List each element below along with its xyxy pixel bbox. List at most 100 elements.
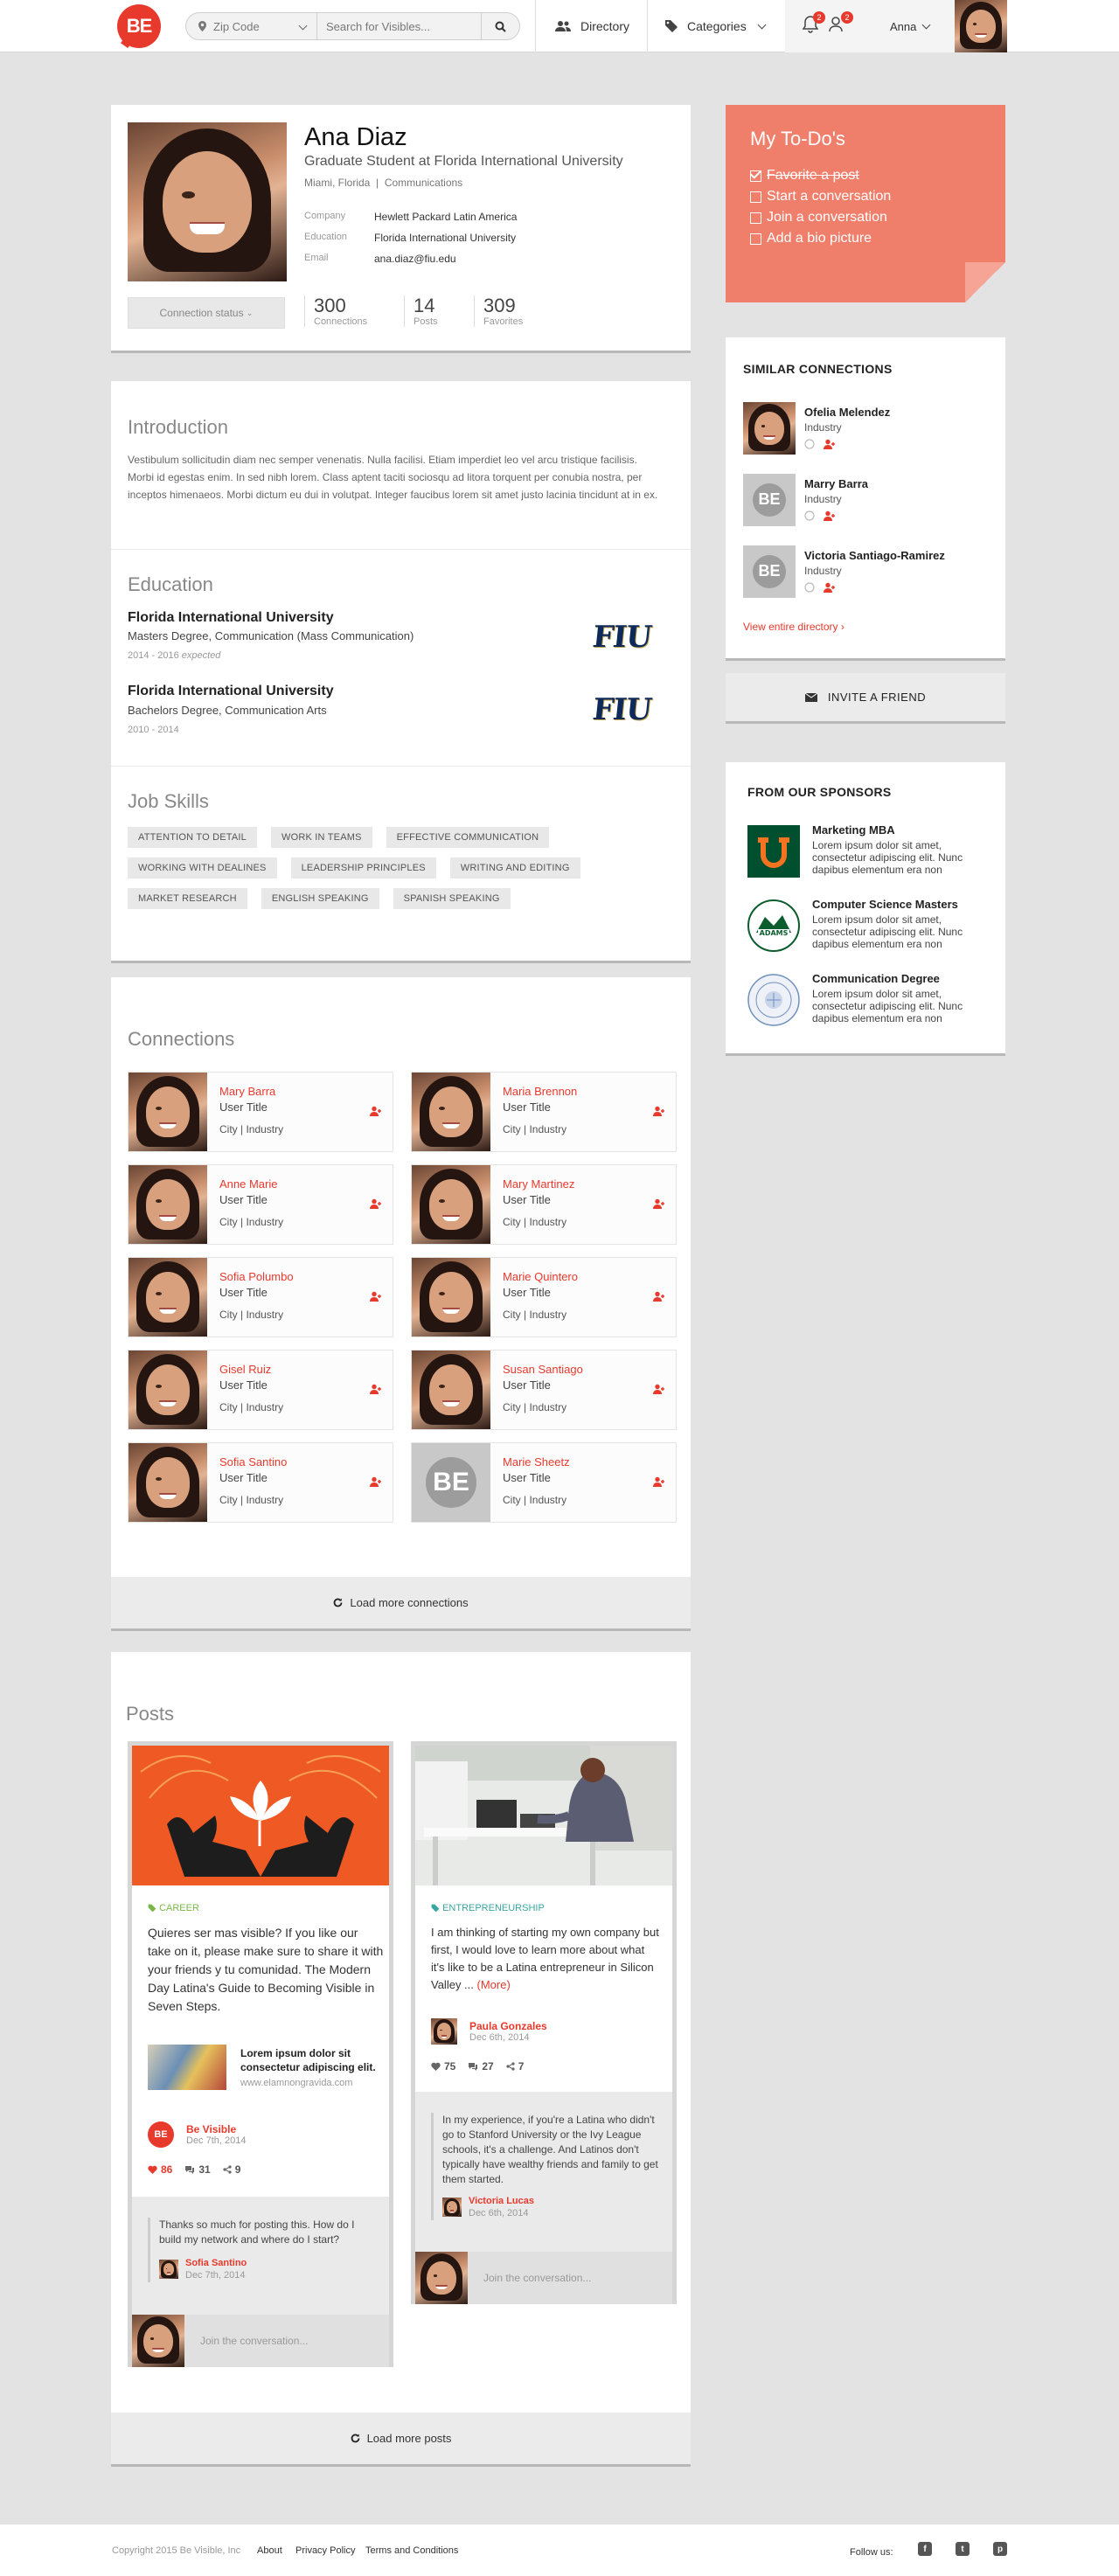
footer-about-link[interactable]: About xyxy=(257,2545,282,2556)
post-category[interactable]: CAREER xyxy=(148,1903,199,1913)
connection-name[interactable]: Marie Quintero xyxy=(503,1270,578,1283)
connection-card[interactable]: Mary Barra User Title City | Industry xyxy=(128,1072,393,1152)
connection-card[interactable]: Anne Marie User Title City | Industry xyxy=(128,1164,393,1245)
skill-tag[interactable]: SPANISH SPEAKING xyxy=(393,888,511,909)
search-input[interactable] xyxy=(317,13,480,39)
post-author-name[interactable]: Paula Gonzales xyxy=(469,2020,547,2032)
connection-name[interactable]: Sofia Polumbo xyxy=(219,1270,294,1283)
similar-connection-avatar[interactable] xyxy=(743,402,796,455)
connection-card[interactable]: Gisel Ruiz User Title City | Industry xyxy=(128,1350,393,1430)
connection-avatar[interactable] xyxy=(412,1350,490,1429)
connection-name[interactable]: Mary Barra xyxy=(219,1085,275,1098)
be-visible-logo[interactable]: BE xyxy=(117,4,161,48)
connection-card[interactable]: BE Marie Sheetz User Title City | Industry xyxy=(411,1442,677,1523)
connection-card[interactable]: Sofia Santino User Title City | Industry xyxy=(128,1442,393,1523)
similar-connection-name[interactable]: Victoria Santiago-Ramirez xyxy=(804,549,945,562)
add-user-icon[interactable] xyxy=(824,439,836,449)
like-button[interactable]: 75 xyxy=(431,2060,455,2073)
todo-item[interactable]: Favorite a post xyxy=(750,168,859,184)
connection-name[interactable]: Sofia Santino xyxy=(219,1455,287,1469)
skill-tag[interactable]: WORK IN TEAMS xyxy=(271,827,372,848)
notifications-button[interactable]: 2 xyxy=(802,11,825,38)
connection-name[interactable]: Marie Sheetz xyxy=(503,1455,570,1469)
email-value[interactable]: ana.diaz@fiu.edu xyxy=(374,253,456,265)
post-author-avatar[interactable]: BE xyxy=(148,2121,174,2148)
sponsor-item[interactable]: Marketing MBA Lorem ipsum dolor sit amet… xyxy=(747,823,992,885)
nav-directory[interactable]: Directory xyxy=(554,0,629,52)
link-preview-image[interactable] xyxy=(148,2045,226,2090)
connection-status-dropdown[interactable]: Connection status ⌄ xyxy=(128,297,285,329)
join-conversation-input[interactable]: Join the conversation... xyxy=(483,2272,591,2284)
connection-name[interactable]: Gisel Ruiz xyxy=(219,1363,271,1376)
add-user-icon[interactable] xyxy=(653,1476,665,1487)
connection-avatar[interactable] xyxy=(412,1258,490,1337)
view-directory-link[interactable]: View entire directory › xyxy=(743,621,844,633)
like-button[interactable]: 86 xyxy=(148,2163,172,2176)
add-user-icon[interactable] xyxy=(370,1106,382,1116)
connection-card[interactable]: Mary Martinez User Title City | Industry xyxy=(411,1164,677,1245)
skill-tag[interactable]: EFFECTIVE COMMUNICATION xyxy=(386,827,550,848)
connection-avatar[interactable] xyxy=(129,1165,207,1244)
post-category[interactable]: ENTREPRENEURSHIP xyxy=(431,1903,545,1913)
link-preview-url[interactable]: www.elamnongravida.com xyxy=(240,2078,352,2088)
add-user-icon[interactable] xyxy=(824,582,836,593)
connection-name[interactable]: Anne Marie xyxy=(219,1177,277,1191)
similar-connection-name[interactable]: Ofelia Melendez xyxy=(804,406,890,419)
sponsor-item[interactable]: ADAMS Computer Science Masters Lorem ips… xyxy=(747,898,992,959)
comment-button[interactable]: 27 xyxy=(468,2060,494,2073)
similar-connection-avatar[interactable]: BE xyxy=(743,474,796,526)
add-user-icon[interactable] xyxy=(653,1291,665,1302)
load-more-connections-button[interactable]: Load more connections xyxy=(111,1577,691,1631)
skill-tag[interactable]: MARKET RESEARCH xyxy=(128,888,247,909)
link-preview-title[interactable]: Lorem ipsum dolor sit consectetur adipis… xyxy=(240,2046,380,2074)
footer-terms-link[interactable]: Terms and Conditions xyxy=(365,2545,458,2556)
connection-avatar[interactable] xyxy=(129,1258,207,1337)
skill-tag[interactable]: WRITING AND EDITING xyxy=(449,858,580,878)
star-icon[interactable] xyxy=(804,510,815,521)
user-avatar[interactable] xyxy=(955,0,1007,52)
comment-author-avatar[interactable] xyxy=(442,2198,462,2217)
skill-tag[interactable]: LEADERSHIP PRINCIPLES xyxy=(290,858,436,878)
invite-friend-button[interactable]: INVITE A FRIEND xyxy=(726,673,1005,724)
pinterest-icon[interactable]: p xyxy=(993,2542,1007,2556)
add-user-icon[interactable] xyxy=(370,1476,382,1487)
add-user-icon[interactable] xyxy=(653,1198,665,1209)
join-conversation-input[interactable]: Join the conversation... xyxy=(200,2335,308,2347)
connection-name[interactable]: Mary Martinez xyxy=(503,1177,574,1191)
connection-avatar[interactable] xyxy=(129,1073,207,1151)
join-conversation-row[interactable]: Join the conversation... xyxy=(132,2315,389,2367)
todo-item[interactable]: Start a conversation xyxy=(750,189,891,205)
add-user-icon[interactable] xyxy=(370,1291,382,1302)
skill-tag[interactable]: ENGLISH SPEAKING xyxy=(261,888,379,909)
connection-card[interactable]: Susan Santiago User Title City | Industry xyxy=(411,1350,677,1430)
read-more-link[interactable]: (More) xyxy=(477,1978,511,1991)
user-menu[interactable]: Anna xyxy=(890,0,931,52)
connection-avatar[interactable] xyxy=(129,1350,207,1429)
add-user-icon[interactable] xyxy=(653,1106,665,1116)
star-icon[interactable] xyxy=(804,582,815,593)
share-button[interactable]: 7 xyxy=(506,2060,524,2073)
nav-categories[interactable]: Categories xyxy=(664,0,767,52)
stat-posts[interactable]: 14 Posts xyxy=(404,295,438,327)
load-more-posts-button[interactable]: Load more posts xyxy=(111,2413,691,2467)
add-user-icon[interactable] xyxy=(653,1384,665,1394)
sponsor-item[interactable]: Communication Degree Lorem ipsum dolor s… xyxy=(747,972,992,1033)
connection-avatar[interactable] xyxy=(412,1165,490,1244)
footer-privacy-link[interactable]: Privacy Policy xyxy=(295,2545,355,2556)
comment-author-avatar[interactable] xyxy=(159,2260,178,2279)
twitter-icon[interactable]: t xyxy=(956,2542,970,2556)
similar-connection-avatar[interactable]: BE xyxy=(743,545,796,598)
add-user-icon[interactable] xyxy=(370,1384,382,1394)
stat-connections[interactable]: 300 Connections xyxy=(304,295,367,327)
skill-tag[interactable]: WORKING WITH DEALINES xyxy=(128,858,277,878)
post-author-name[interactable]: Be Visible xyxy=(186,2123,247,2135)
post-author-avatar[interactable] xyxy=(431,2018,457,2045)
stat-favorites[interactable]: 309 Favorites xyxy=(474,295,523,327)
search-button[interactable] xyxy=(481,13,519,39)
todo-item[interactable]: Add a bio picture xyxy=(750,231,872,246)
star-icon[interactable] xyxy=(804,439,815,449)
comment-button[interactable]: 31 xyxy=(184,2163,211,2176)
similar-connection-name[interactable]: Marry Barra xyxy=(804,477,868,490)
add-user-icon[interactable] xyxy=(824,510,836,521)
connection-card[interactable]: Maria Brennon User Title City | Industry xyxy=(411,1072,677,1152)
